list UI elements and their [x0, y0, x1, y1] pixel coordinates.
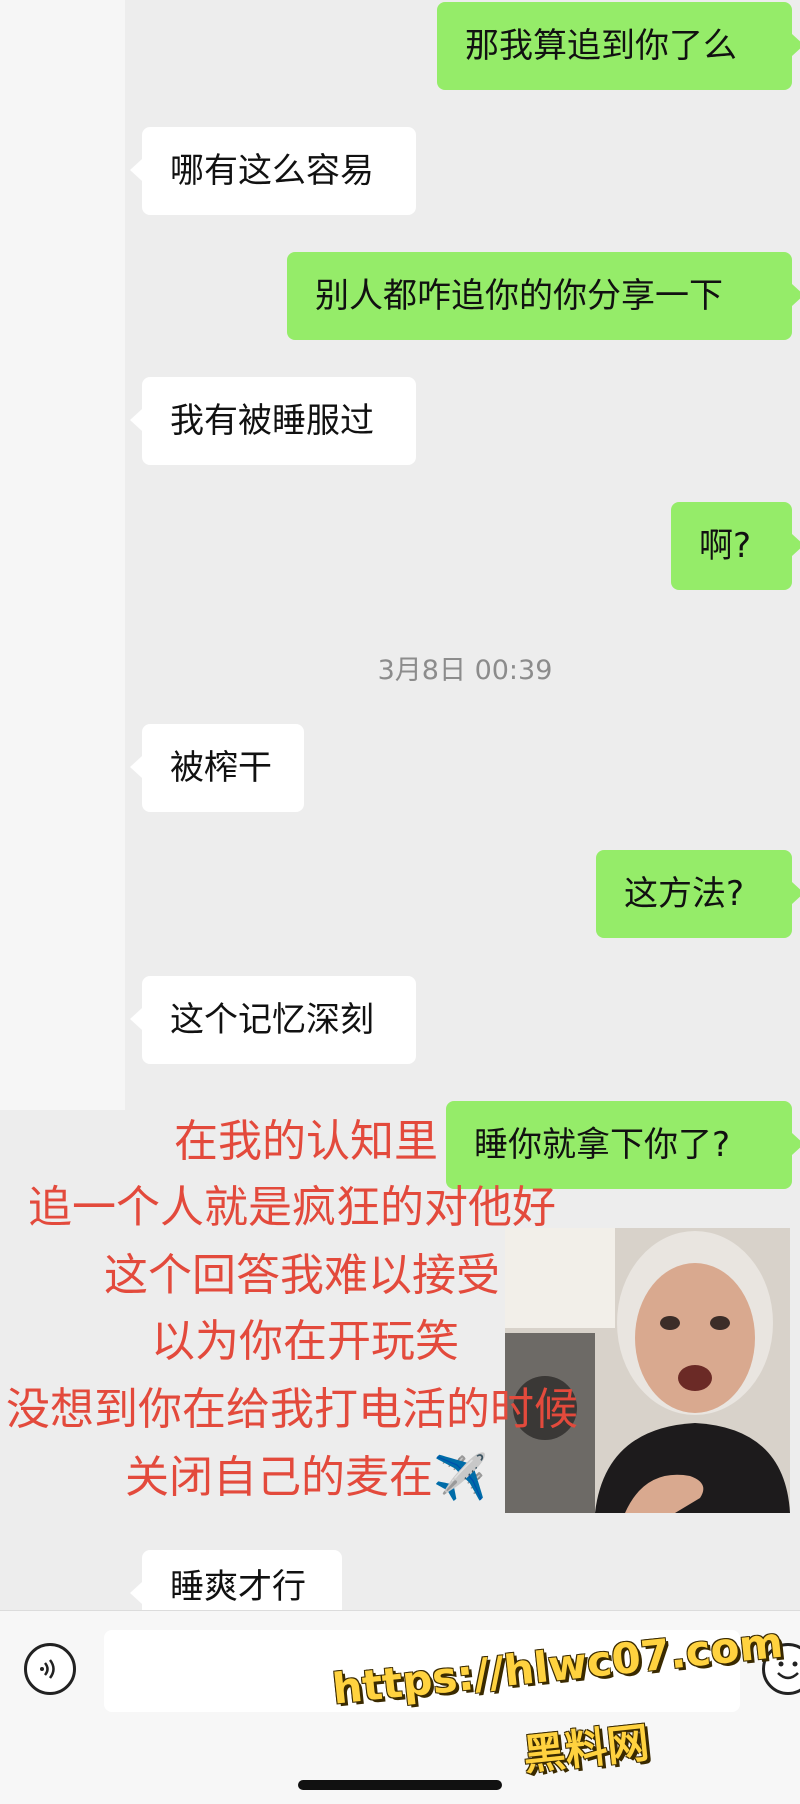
timestamp: 3月8日 00:39	[377, 655, 553, 686]
message-text: 别人都咋追你的你分享一下	[315, 276, 723, 316]
voice-button[interactable]	[24, 1643, 76, 1695]
overlay-caption-line: 关闭自己的麦在✈️	[125, 1452, 488, 1503]
message-text: 睡爽才行	[170, 1567, 306, 1607]
message-text: 这方法?	[624, 874, 745, 914]
message-text: 睡你就拿下你了?	[474, 1125, 731, 1165]
message-bubble-outgoing[interactable]: 睡你就拿下你了?	[446, 1101, 800, 1189]
message-bubble-outgoing[interactable]: 别人都咋追你的你分享一下	[287, 252, 800, 340]
reaction-photo-image	[505, 1228, 790, 1513]
message-text: 被榨干	[170, 748, 272, 788]
message-bubble-incoming[interactable]: 被榨干	[130, 724, 304, 812]
side-panel	[0, 0, 125, 1110]
overlay-caption-line: 追一个人就是疯狂的对他好	[28, 1182, 556, 1233]
overlay-caption-line: 没想到你在给我打电活的时候	[6, 1384, 578, 1435]
overlay-caption-line: 在我的认知里	[174, 1116, 438, 1167]
message-text: 啊?	[699, 526, 752, 566]
message-text: 那我算追到你了么	[465, 26, 737, 66]
message-text: 哪有这么容易	[170, 151, 374, 191]
voice-icon	[40, 1659, 55, 1679]
message-bubble-incoming[interactable]: 哪有这么容易	[130, 127, 416, 215]
message-text: 这个记忆深刻	[170, 1000, 374, 1040]
message-bubble-outgoing[interactable]: 这方法?	[596, 850, 800, 938]
home-indicator	[298, 1780, 502, 1790]
message-bubble-outgoing[interactable]: 啊?	[671, 502, 800, 590]
overlay-caption-line: 这个回答我难以接受	[104, 1250, 500, 1301]
reaction-photo	[505, 1228, 790, 1513]
message-bubble-incoming[interactable]: 我有被睡服过	[130, 377, 416, 465]
message-bubble-incoming[interactable]: 睡爽才行	[130, 1550, 342, 1610]
overlay-caption-line: 以为你在开玩笑	[151, 1316, 459, 1367]
message-bubble-outgoing[interactable]: 那我算追到你了么	[437, 2, 800, 90]
message-bubble-incoming[interactable]: 这个记忆深刻	[130, 976, 416, 1064]
message-text: 我有被睡服过	[170, 401, 374, 441]
chat-area: 那我算追到你了么 哪有这么容易 别人都咋追你的你分享一下 我有被睡服过 啊? 3…	[0, 0, 800, 1610]
